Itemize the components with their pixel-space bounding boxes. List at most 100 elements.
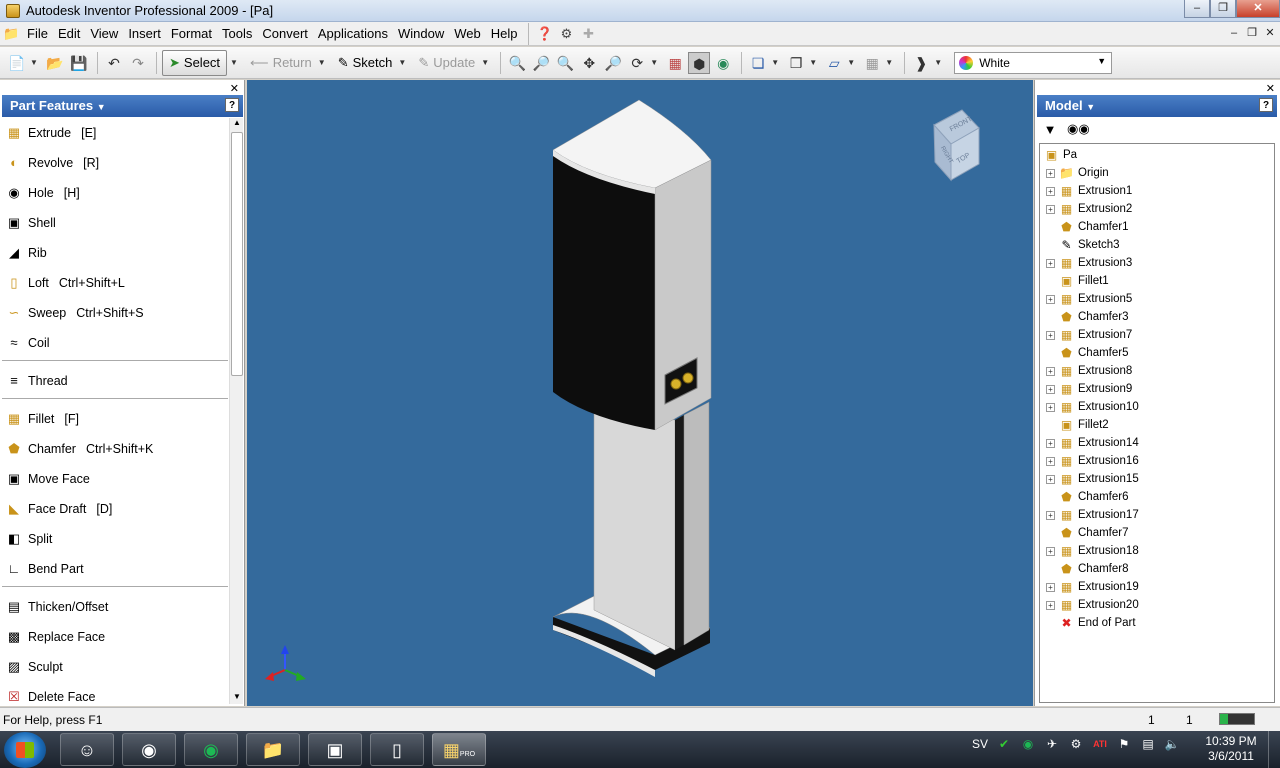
tree-node[interactable]: + ▦ Extrusion2 (1040, 200, 1274, 218)
expand-icon[interactable]: + (1046, 546, 1055, 556)
return-dropdown-icon[interactable]: ▼ (318, 58, 328, 67)
tree-node[interactable]: + ▦ Extrusion14 (1040, 434, 1274, 452)
tray-flag-icon[interactable]: ⚑ (1112, 737, 1136, 751)
expand-icon[interactable]: + (1046, 456, 1055, 466)
feature-thread[interactable]: ≡ Thread (2, 366, 228, 396)
redo-icon[interactable]: ↷ (127, 52, 149, 74)
tree-node[interactable]: + ▦ Extrusion1 (1040, 182, 1274, 200)
whats-this-help-icon[interactable]: ❓ (537, 26, 553, 42)
perspective-dropdown-icon[interactable]: ▼ (809, 58, 819, 67)
section-dropdown-icon[interactable]: ▼ (885, 58, 895, 67)
expand-icon[interactable]: + (1046, 510, 1055, 520)
color-style-select[interactable]: White ▼ (954, 51, 1113, 74)
save-icon[interactable]: 💾 (68, 52, 90, 74)
model-render[interactable]: FRONT TOP RIGHT (247, 80, 1033, 706)
taskbar-phone-icon[interactable]: ▯ (370, 733, 424, 766)
tree-node[interactable]: + ▦ Extrusion15 (1040, 470, 1274, 488)
tree-node[interactable]: + ▦ Extrusion19 (1040, 578, 1274, 596)
new-file-icon[interactable]: 📄 (6, 52, 28, 74)
select-button[interactable]: ➤ Select (162, 49, 228, 76)
tree-node[interactable]: ⬟ Chamfer5 (1040, 344, 1274, 362)
tree-node[interactable]: ⬟ Chamfer6 (1040, 488, 1274, 506)
feature-move-face[interactable]: ▣ Move Face (2, 464, 228, 494)
tree-node[interactable]: + ▦ Extrusion7 (1040, 326, 1274, 344)
tree-node[interactable]: + ▦ Extrusion3 (1040, 254, 1274, 272)
doc-close-button[interactable]: ✕ (1262, 25, 1278, 41)
update-button[interactable]: ✎ Update (412, 50, 481, 76)
look-at-icon[interactable]: ▦ (664, 52, 686, 74)
feature-loft[interactable]: ▯ Loft Ctrl+Shift+L (2, 268, 228, 298)
tree-node[interactable]: ▣ Fillet2 (1040, 416, 1274, 434)
scroll-down-icon[interactable]: ▼ (230, 692, 244, 704)
feature-bend-part[interactable]: ∟ Bend Part (2, 554, 228, 584)
sketch-dropdown-icon[interactable]: ▼ (398, 58, 408, 67)
expand-icon[interactable]: + (1046, 600, 1055, 610)
expand-icon[interactable]: + (1046, 366, 1055, 376)
tree-node[interactable]: + ▦ Extrusion16 (1040, 452, 1274, 470)
open-folder-icon[interactable]: 📂 (44, 52, 66, 74)
feature-shell[interactable]: ▣ Shell (2, 208, 228, 238)
feature-sculpt[interactable]: ▨ Sculpt (2, 652, 228, 682)
select-dropdown-icon[interactable]: ▼ (230, 58, 240, 67)
perspective-icon[interactable]: ❐ (785, 52, 807, 74)
start-button[interactable] (4, 732, 46, 768)
ground-shadow-icon[interactable]: ▱ (823, 52, 845, 74)
menu-tools[interactable]: Tools (217, 22, 257, 46)
expand-icon[interactable]: + (1046, 474, 1055, 484)
tree-node[interactable]: ⬟ Chamfer8 (1040, 560, 1274, 578)
tree-node[interactable]: + ▦ Extrusion5 (1040, 290, 1274, 308)
features-scrollbar[interactable]: ▲ ▼ (229, 118, 243, 704)
zoom-window-icon[interactable]: 🔎 (530, 52, 552, 74)
expand-icon[interactable]: + (1046, 294, 1055, 304)
view-cube-icon[interactable]: ❏ (747, 52, 769, 74)
tray-airplane-icon[interactable]: ✈ (1040, 737, 1064, 751)
binoculars-find-icon[interactable]: ◉◉ (1067, 121, 1090, 137)
taskbar-explorer-icon[interactable]: 📁 (246, 733, 300, 766)
doc-restore-button[interactable]: ❐ (1244, 25, 1260, 41)
zoom-selected-icon[interactable]: 🔎 (602, 52, 624, 74)
expand-icon[interactable]: + (1046, 582, 1055, 592)
taskbar-people-icon[interactable]: ☺ (60, 733, 114, 766)
taskbar-clock[interactable]: 10:39 PM 3/6/2011 (1196, 734, 1266, 764)
tree-node[interactable]: + ▦ Extrusion17 (1040, 506, 1274, 524)
design-doctor-icon[interactable]: ❱ (910, 52, 932, 74)
show-desktop-button[interactable] (1268, 731, 1280, 768)
display-mode-icon[interactable]: ◉ (712, 52, 734, 74)
tree-node-end-of-part[interactable]: ✖ End of Part (1040, 614, 1274, 632)
scroll-up-icon[interactable]: ▲ (230, 118, 244, 130)
tree-node[interactable]: + ▦ Extrusion20 (1040, 596, 1274, 614)
tree-node[interactable]: + ▦ Extrusion8 (1040, 362, 1274, 380)
feature-hole[interactable]: ◉ Hole [H] (2, 178, 228, 208)
tree-node[interactable]: + ▦ Extrusion10 (1040, 398, 1274, 416)
tree-node-part[interactable]: ▣ Pa (1040, 146, 1274, 164)
panel-help-button[interactable]: ? (1259, 98, 1273, 112)
feature-revolve[interactable]: ◐ Revolve [R] (2, 148, 228, 178)
tray-ati-icon[interactable]: ATI (1088, 739, 1112, 749)
doctor-dropdown-icon[interactable]: ▼ (934, 58, 944, 67)
menu-insert[interactable]: Insert (123, 22, 166, 46)
update-dropdown-icon[interactable]: ▼ (481, 58, 491, 67)
feature-face-draft[interactable]: ◣ Face Draft [D] (2, 494, 228, 524)
menu-edit[interactable]: Edit (53, 22, 85, 46)
taskbar-chrome-icon[interactable]: ◉ (122, 733, 176, 766)
feature-coil[interactable]: ≈ Coil (2, 328, 228, 358)
expand-icon[interactable]: + (1046, 402, 1055, 412)
panel-help-button[interactable]: ? (225, 98, 239, 112)
tree-node[interactable]: ▣ Fillet1 (1040, 272, 1274, 290)
new-dropdown-icon[interactable]: ▼ (30, 58, 40, 67)
shadow-dropdown-icon[interactable]: ▼ (847, 58, 857, 67)
help-topics-icon[interactable]: ⚙ (559, 26, 575, 42)
feature-fillet[interactable]: ▦ Fillet [F] (2, 404, 228, 434)
filter-icon[interactable]: ▼ (1039, 122, 1061, 137)
menu-window[interactable]: Window (393, 22, 449, 46)
menu-file[interactable]: File (22, 22, 53, 46)
feature-split[interactable]: ◧ Split (2, 524, 228, 554)
tree-node[interactable]: ⬟ Chamfer7 (1040, 524, 1274, 542)
feature-replace-face[interactable]: ▩ Replace Face (2, 622, 228, 652)
menu-view[interactable]: View (85, 22, 123, 46)
scroll-thumb[interactable] (231, 132, 243, 376)
minimize-button[interactable]: – (1184, 0, 1210, 18)
tree-node[interactable]: + 📁 Origin (1040, 164, 1274, 182)
expand-icon[interactable]: + (1046, 258, 1055, 268)
tray-gear-icon[interactable]: ⚙ (1064, 737, 1088, 751)
